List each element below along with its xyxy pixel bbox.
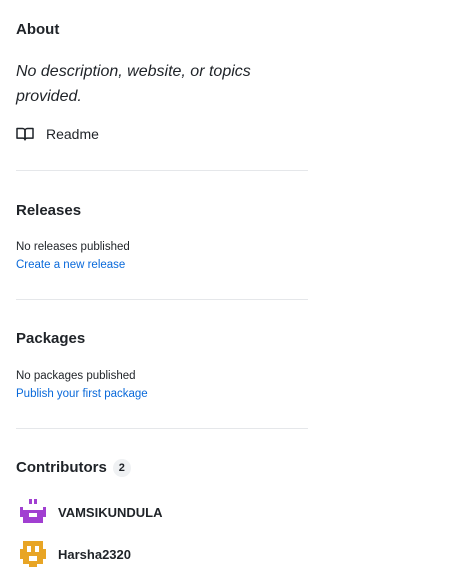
contributors-label: Contributors <box>16 459 107 476</box>
releases-heading[interactable]: Releases <box>16 201 81 221</box>
readme-label: Readme <box>46 126 99 142</box>
contributor-name[interactable]: VAMSIKUNDULA <box>58 505 162 520</box>
about-description: No description, website, or topics provi… <box>16 63 251 105</box>
publish-package-link[interactable]: Publish your first package <box>16 388 148 400</box>
readme-link[interactable]: Readme <box>16 126 99 142</box>
contributor-name[interactable]: Harsha2320 <box>58 547 131 562</box>
contributor-item[interactable]: VAMSIKUNDULA <box>20 499 162 525</box>
avatar[interactable] <box>20 499 46 525</box>
contributor-item[interactable]: Harsha2320 <box>20 541 131 567</box>
create-release-link[interactable]: Create a new release <box>16 259 125 271</box>
section-divider <box>16 170 308 171</box>
section-divider <box>16 299 308 300</box>
packages-heading[interactable]: Packages <box>16 329 85 349</box>
contributors-count-badge: 2 <box>112 459 131 477</box>
section-divider <box>16 428 308 429</box>
no-releases-text: No releases published <box>16 241 130 253</box>
about-heading: About <box>16 21 60 38</box>
avatar[interactable] <box>20 541 46 567</box>
contributors-heading[interactable]: Contributors 2 <box>16 458 131 478</box>
no-packages-text: No packages published <box>16 370 136 382</box>
book-icon <box>16 127 34 141</box>
